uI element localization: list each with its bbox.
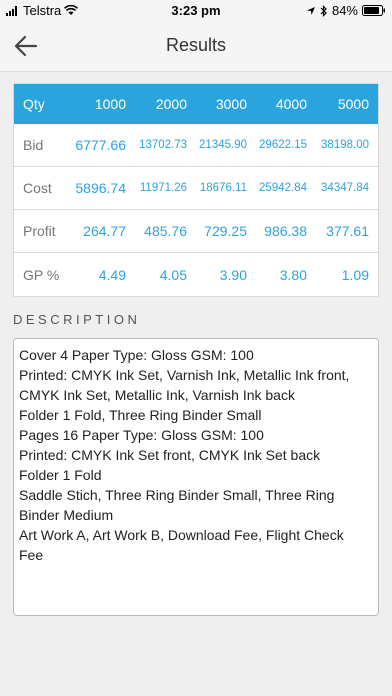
table-cell: 6777.66 — [75, 137, 126, 153]
table-cell: 1.09 — [341, 266, 369, 283]
location-icon — [306, 6, 315, 15]
table-cell: 3.90 — [219, 266, 247, 283]
qty-3: 3000 — [215, 96, 247, 112]
table-cell: 5896.74 — [75, 180, 126, 196]
table-cell: 4.05 — [159, 266, 187, 283]
description-line: Printed: CMYK Ink Set front, CMYK Ink Se… — [19, 447, 321, 463]
description-line: Folder 1 Fold — [19, 467, 102, 483]
qty-4: 4000 — [275, 96, 307, 112]
description-line: Folder 1 Fold, Three Ring Binder Small — [19, 407, 262, 423]
description-heading: DESCRIPTION — [13, 312, 141, 327]
table-cell: 485.76 — [144, 223, 187, 239]
page-title: Results — [165, 35, 227, 55]
table-row-bid: Bid 6777.66 13702.73 21345.90 29622.15 3… — [14, 124, 378, 167]
description-line: Printed: CMYK Ink Set, Varnish Ink, Meta… — [19, 367, 350, 383]
table-cell: 11971.26 — [139, 182, 187, 194]
table-cell: 18676.11 — [199, 182, 247, 194]
table-row-gp: GP % 4.49 4.05 3.90 3.80 1.09 — [14, 253, 378, 296]
description-textarea[interactable]: Cover 4 Paper Type: Gloss GSM: 100 Print… — [13, 338, 379, 616]
table-cell: 29622.15 — [259, 139, 307, 151]
table-cell: 729.25 — [204, 223, 247, 239]
qty-2: 2000 — [155, 96, 187, 112]
table-header-row: Qty 1000 2000 3000 4000 5000 — [14, 84, 378, 124]
description-line: Saddle Stich, Three Ring Binder Small, T… — [19, 487, 335, 503]
results-table: Qty 1000 2000 3000 4000 5000 Bid 6777.66… — [13, 83, 379, 297]
table-cell: 264.77 — [83, 223, 126, 239]
nav-bar: Results — [0, 20, 392, 72]
description-line: Art Work A, Art Work B, Download Fee, Fl… — [19, 527, 344, 543]
row-label: GP % — [23, 266, 60, 283]
table-cell: 986.38 — [264, 223, 307, 239]
qty-5: 5000 — [337, 96, 369, 112]
battery-icon — [362, 5, 385, 16]
row-label: Profit — [23, 223, 56, 239]
row-label: Bid — [23, 137, 44, 153]
table-cell: 4.49 — [98, 266, 126, 283]
table-cell: 21345.90 — [199, 139, 247, 151]
description-line: Cover 4 Paper Type: Gloss GSM: 100 — [19, 347, 254, 363]
table-cell: 3.80 — [279, 266, 307, 283]
description-line: Binder Medium — [19, 507, 114, 523]
row-label: Cost — [23, 180, 52, 196]
description-line: CMYK Ink Set, Metallic Ink, Varnish Ink … — [19, 387, 295, 403]
table-cell: 34347.84 — [321, 182, 369, 194]
battery-percent: 84% — [331, 3, 358, 18]
table-cell: 377.61 — [326, 223, 369, 239]
status-right: 84% — [306, 3, 386, 18]
qty-label: Qty — [23, 96, 45, 112]
table-row-profit: Profit 264.77 485.76 729.25 986.38 377.6… — [14, 210, 378, 253]
table-row-cost: Cost 5896.74 11971.26 18676.11 25942.84 … — [14, 167, 378, 210]
table-cell: 38198.00 — [321, 139, 369, 151]
description-line: Fee — [19, 547, 44, 563]
status-bar: Telstra 3:23 pm 84% — [0, 0, 392, 20]
table-cell: 13702.73 — [139, 139, 187, 151]
qty-1: 1000 — [94, 96, 126, 112]
bluetooth-icon — [320, 4, 327, 17]
description-line: Pages 16 Paper Type: Gloss GSM: 100 — [19, 427, 264, 443]
table-cell: 25942.84 — [259, 182, 307, 194]
